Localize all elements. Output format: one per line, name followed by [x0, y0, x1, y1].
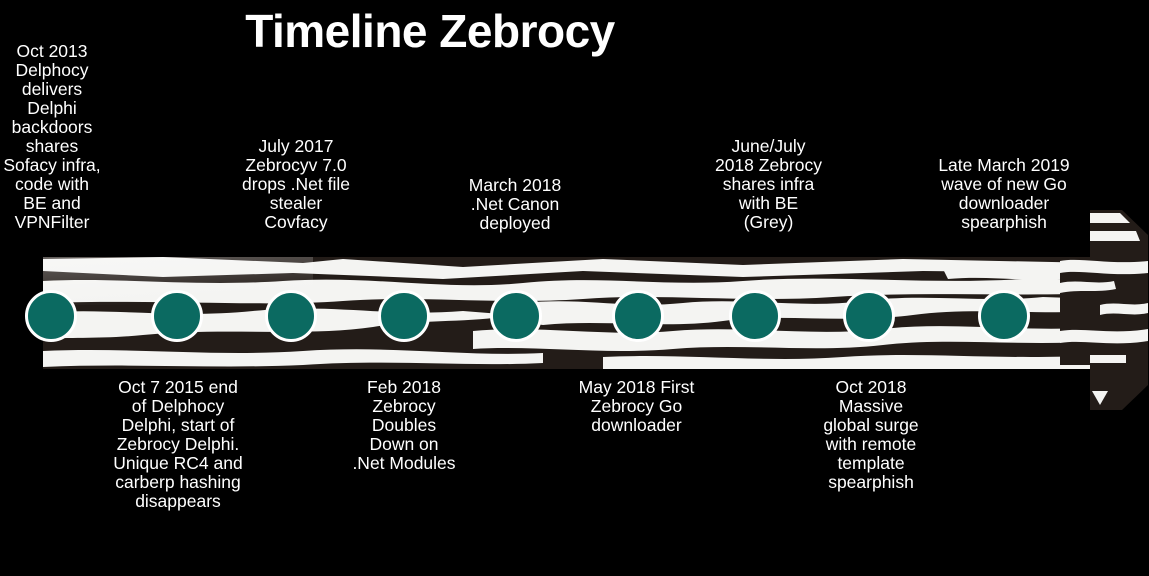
slide-canvas: Timeline Zebrocy Oct 2013 Delphocy deliv…	[0, 0, 1149, 576]
timeline-label-oct-2013: Oct 2013 Delphocy delivers Delphi backdo…	[3, 41, 101, 232]
timeline-label-june-july-2018: June/July 2018 Zebrocy shares infra with…	[714, 136, 822, 232]
timeline-label-late-march-2019: Late March 2019 wave of new Go downloade…	[938, 155, 1070, 232]
timeline-node-may-2018[interactable]	[612, 290, 664, 342]
timeline-label-oct-7-2015: Oct 7 2015 end of Delphocy Delphi, start…	[113, 377, 243, 511]
timeline-node-oct-7-2015[interactable]	[151, 290, 203, 342]
timeline-node-oct-2018[interactable]	[843, 290, 895, 342]
timeline-label-oct-2018: Oct 2018 Massive global surge with remot…	[823, 377, 919, 492]
page-title: Timeline Zebrocy	[245, 5, 615, 57]
timeline-label-feb-2018: Feb 2018 Zebrocy Doubles Down on .Net Mo…	[352, 377, 456, 473]
arrow-head-graphic	[1060, 210, 1148, 410]
timeline-node-late-march-2019[interactable]	[978, 290, 1030, 342]
timeline-node-march-2018[interactable]	[490, 290, 542, 342]
timeline-label-may-2018: May 2018 First Zebrocy Go downloader	[578, 377, 695, 435]
timeline-label-march-2018: March 2018 .Net Canon deployed	[468, 175, 562, 233]
timeline-node-july-2017[interactable]	[265, 290, 317, 342]
timeline-label-july-2017: July 2017 Zebrocyv 7.0 drops .Net file s…	[242, 136, 350, 232]
timeline-node-oct-2013[interactable]	[25, 290, 77, 342]
timeline-arrow-head	[1060, 205, 1149, 415]
timeline-node-feb-2018[interactable]	[378, 290, 430, 342]
timeline-node-june-july-2018[interactable]	[729, 290, 781, 342]
